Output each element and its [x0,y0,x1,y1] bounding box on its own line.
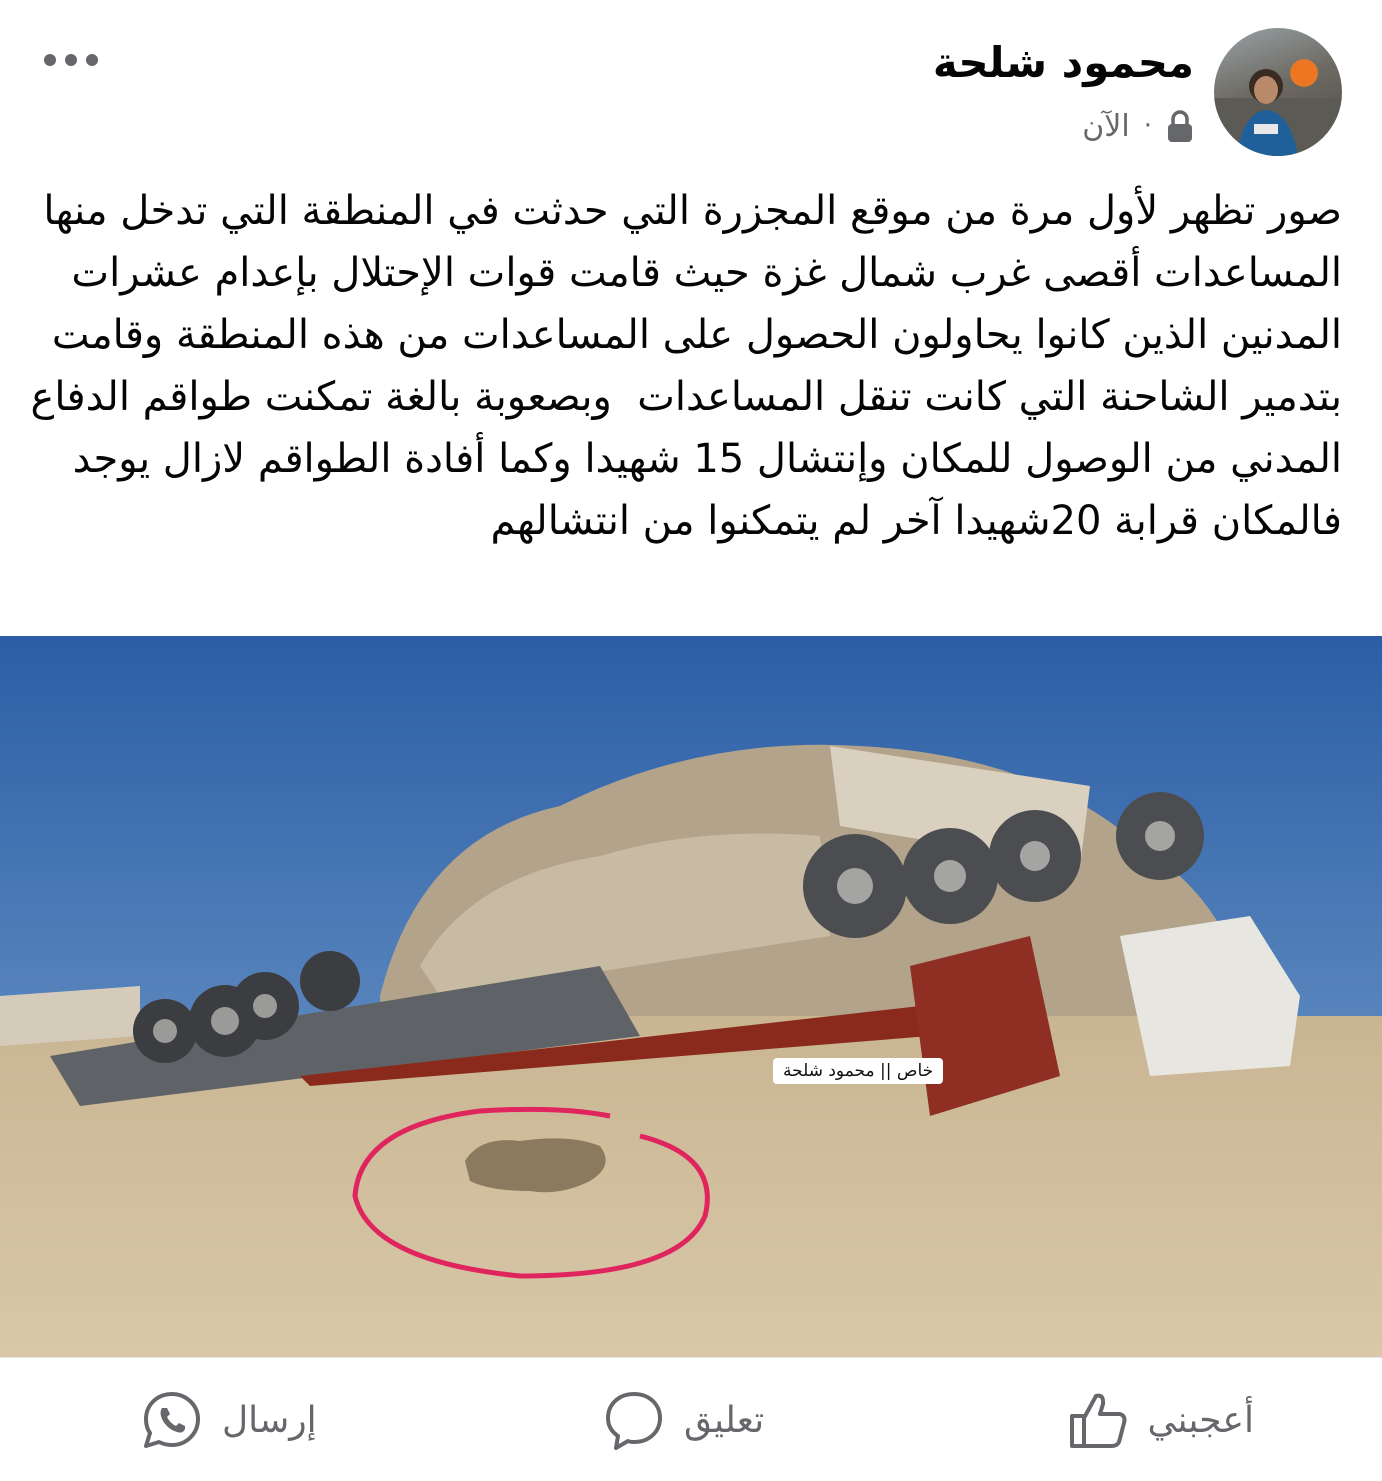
like-label: أعجبني [1147,1399,1254,1441]
more-options-icon[interactable] [44,52,98,68]
lock-icon[interactable] [1166,109,1194,143]
photo-watermark: خاص || محمود شلحة [773,1058,944,1084]
meta-separator: · [1143,111,1152,141]
whatsapp-icon [144,1392,200,1448]
post-meta: الآن · [1082,106,1194,146]
post-photo[interactable] [0,636,1382,1357]
author-avatar[interactable] [1214,28,1342,156]
post-actions-bar: أعجبني تعليق إرسال [0,1357,1382,1481]
like-button[interactable]: أعجبني [1066,1388,1254,1452]
post-time[interactable]: الآن [1082,109,1129,144]
send-label: إرسال [222,1399,317,1441]
post-text: صور تظهر لأول مرة من موقع المجزرة التي ح… [17,188,1342,544]
post-header: محمود شلحة الآن · [0,0,1382,170]
comment-bubble-icon [606,1392,662,1450]
thumbs-up-icon [1069,1393,1127,1448]
comment-button[interactable]: تعليق [602,1388,764,1452]
comment-label: تعليق [684,1399,765,1441]
author-name[interactable]: محمود شلحة [933,38,1194,87]
send-button[interactable]: إرسال [140,1388,317,1452]
